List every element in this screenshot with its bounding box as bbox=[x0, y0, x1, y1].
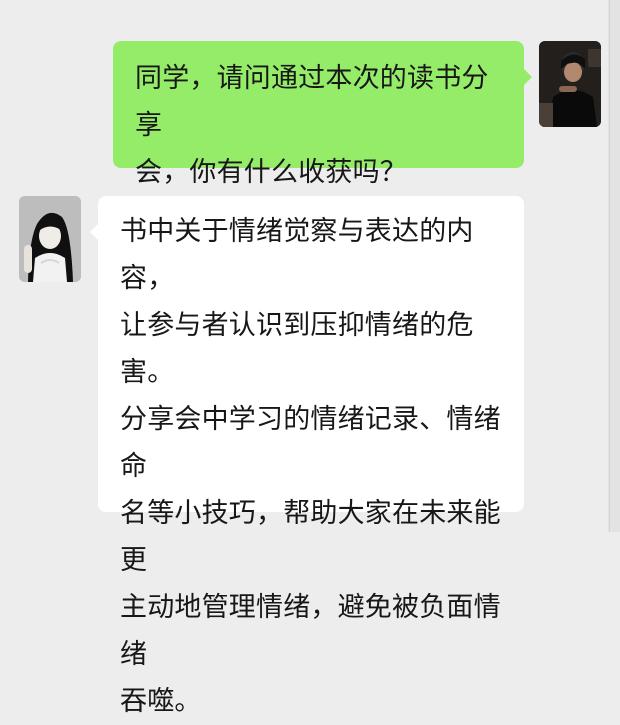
self-avatar[interactable] bbox=[539, 41, 601, 127]
received-message-text: 书中关于情绪觉察与表达的内容， 让参与者认识到压抑情绪的危害。 分享会中学习的情… bbox=[120, 216, 501, 717]
contact-avatar[interactable] bbox=[19, 196, 81, 282]
sent-message-bubble[interactable]: 同学，请问通过本次的读书分享 会，你有什么收获吗？ bbox=[113, 41, 532, 188]
other-avatar-icon bbox=[19, 196, 81, 282]
sent-message-text: 同学，请问通过本次的读书分享 会，你有什么收获吗？ bbox=[135, 63, 489, 188]
window-right-edge-divider bbox=[609, 0, 610, 532]
received-message-bubble[interactable]: 书中关于情绪觉察与表达的内容， 让参与者认识到压抑情绪的危害。 分享会中学习的情… bbox=[90, 196, 524, 717]
self-avatar-icon bbox=[539, 41, 601, 127]
